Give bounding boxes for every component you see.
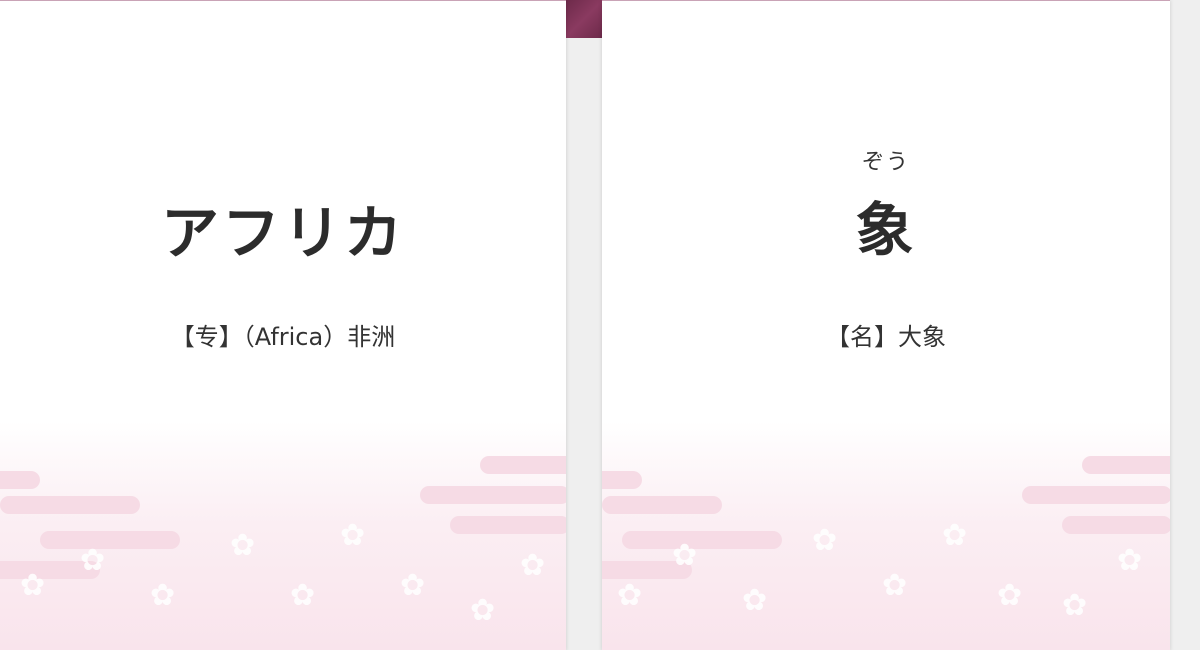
sakura-icon: ✿ (400, 568, 426, 603)
flashcard-viewer: アフリカ 【专】（Africa）非洲 ✿ ✿ ✿ ✿ ✿ ✿ ✿ ✿ ✿ ぞう (0, 0, 1200, 650)
sakura-icon: ✿ (617, 578, 643, 613)
sakura-icon: ✿ (812, 523, 838, 558)
cloud-shape (602, 471, 642, 489)
sakura-icon: ✿ (520, 548, 546, 583)
cloud-shape (1022, 486, 1170, 504)
sakura-icon: ✿ (230, 528, 256, 563)
sakura-icon: ✿ (672, 538, 698, 573)
sakura-icon: ✿ (150, 578, 176, 613)
sakura-icon: ✿ (80, 543, 106, 578)
sakura-cloud-pattern: ✿ ✿ ✿ ✿ ✿ ✿ ✿ ✿ ✿ (0, 421, 566, 650)
cloud-shape (0, 471, 40, 489)
sakura-cloud-pattern: ✿ ✿ ✿ ✿ ✿ ✿ ✿ ✿ ✿ (602, 421, 1170, 650)
cloud-shape (0, 496, 140, 514)
sakura-icon: ✿ (942, 518, 968, 553)
reading-block: ぞう (602, 144, 1170, 176)
sakura-icon: ✿ (470, 593, 496, 628)
headword: アフリカ (160, 199, 405, 267)
sakura-icon: ✿ (20, 568, 46, 603)
cloud-shape (450, 516, 566, 534)
cloud-shape (622, 531, 782, 549)
headword-block: アフリカ (0, 186, 566, 270)
sakura-icon: ✿ (290, 578, 316, 613)
header-strip (566, 0, 602, 38)
definition-block: 【名】大象 (602, 317, 1170, 352)
sakura-icon: ✿ (340, 518, 366, 553)
next-card-edge[interactable] (1170, 0, 1200, 650)
sakura-icon: ✿ (882, 568, 908, 603)
sakura-icon: ✿ (997, 578, 1023, 613)
flashcard-zou[interactable]: ぞう 象 【名】大象 ✿ ✿ ✿ ✿ ✿ ✿ ✿ ✿ ✿ (602, 0, 1170, 650)
furigana-reading: ぞう (861, 150, 910, 175)
headword: 象 (855, 196, 917, 264)
cloud-shape (420, 486, 566, 504)
headword-block: 象 (602, 183, 1170, 267)
flashcard-africa[interactable]: アフリカ 【专】（Africa）非洲 ✿ ✿ ✿ ✿ ✿ ✿ ✿ ✿ ✿ (0, 0, 566, 650)
cloud-shape (480, 456, 566, 474)
sakura-icon: ✿ (1062, 588, 1088, 623)
sakura-icon: ✿ (742, 583, 768, 618)
definition: 【名】大象 (826, 323, 946, 351)
definition: 【专】（Africa）非洲 (170, 323, 396, 351)
cloud-shape (1082, 456, 1170, 474)
sakura-icon: ✿ (1117, 543, 1143, 578)
definition-block: 【专】（Africa）非洲 (0, 317, 566, 352)
cloud-shape (602, 496, 722, 514)
cloud-shape (40, 531, 180, 549)
cloud-shape (1062, 516, 1170, 534)
